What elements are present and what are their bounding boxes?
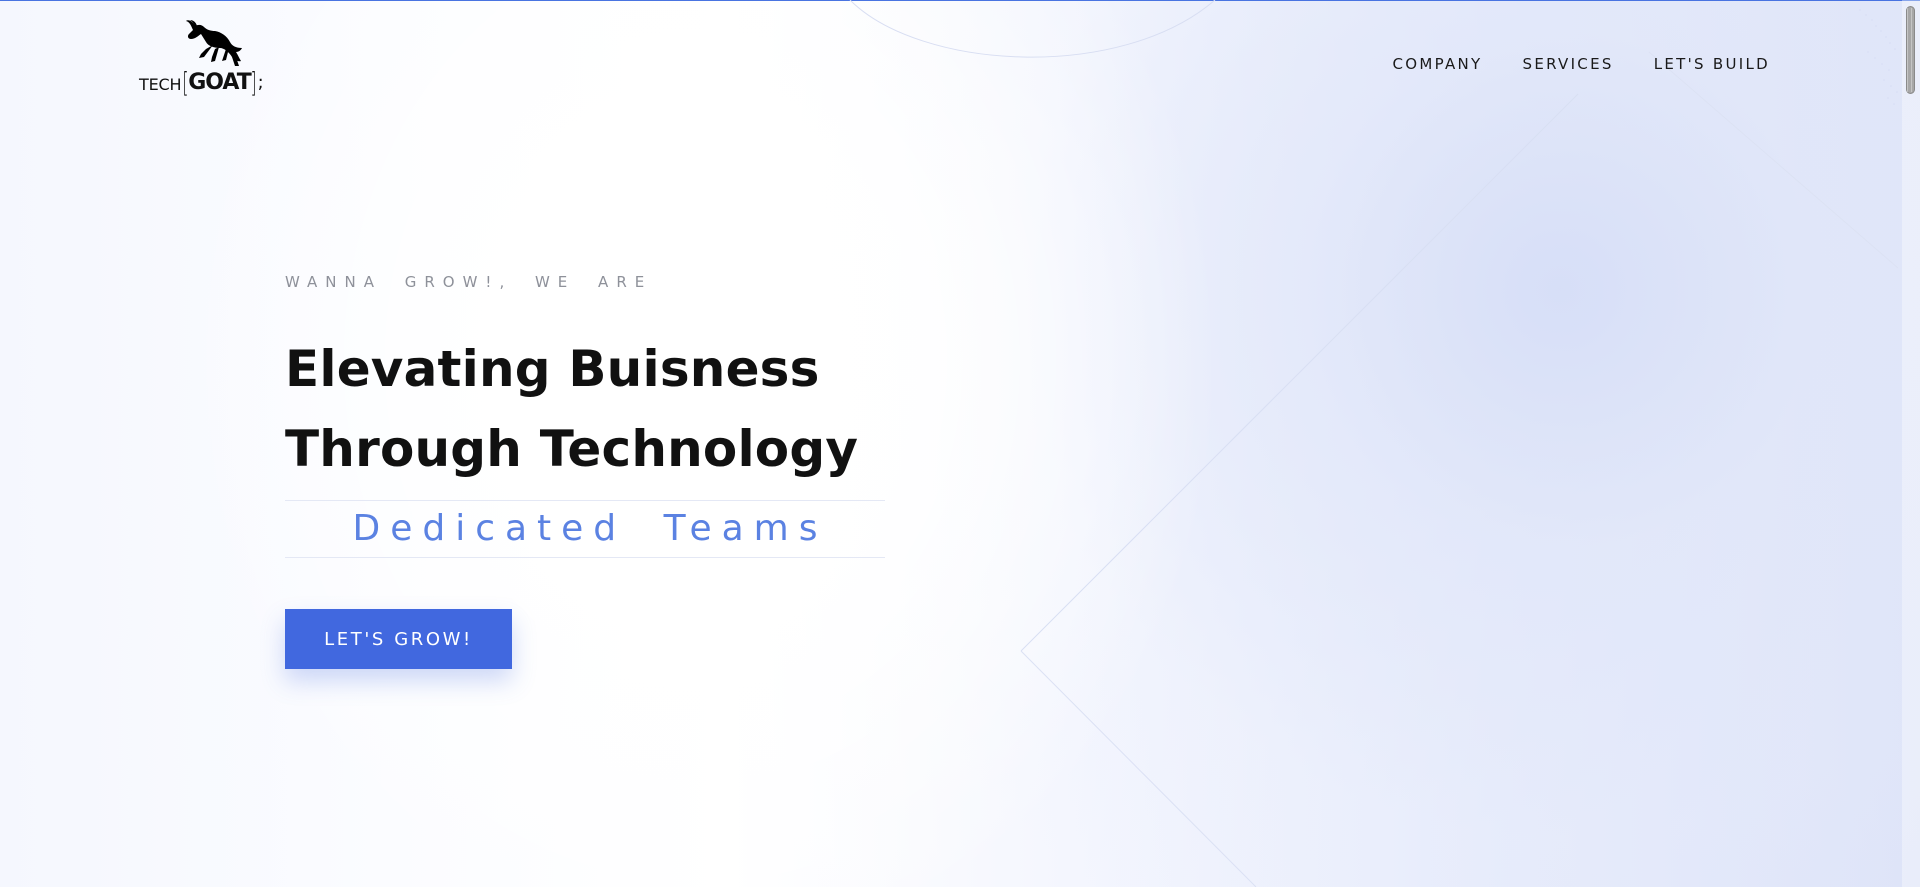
lets-grow-button[interactable]: LET'S GROW! <box>285 609 512 669</box>
hero-title-line-2: Through Technology <box>285 420 859 478</box>
page-scrollbar[interactable] <box>1902 0 1920 887</box>
logo-goat-text: GOAT <box>188 70 251 95</box>
nav-lets-build-link[interactable]: LET'S BUILD <box>1654 54 1770 74</box>
nav-services-link[interactable]: SERVICES <box>1523 54 1614 74</box>
logo-left-bracket: [ <box>182 66 189 99</box>
logo-tech-text: TECH <box>139 75 182 94</box>
rotating-text-panel: Dedicated Teams <box>285 500 885 558</box>
logo-semicolon: ; <box>257 72 264 93</box>
hero-title-line-1: Elevating Buisness <box>285 340 820 398</box>
landing-page: TECH [ GOAT ] ; COMPANY SERVICES LET'S B… <box>0 0 1920 887</box>
hero-eyebrow: WANNA GROW!, WE ARE <box>285 273 653 291</box>
nav-company-link[interactable]: COMPANY <box>1392 54 1482 74</box>
rotating-text: Dedicated Teams <box>352 508 828 549</box>
hero-section: WANNA GROW!, WE ARE Elevating Buisness T… <box>285 273 905 669</box>
logo-wordmark: TECH [ GOAT ] ; <box>139 66 264 99</box>
brand-logo[interactable]: TECH [ GOAT ] ; <box>139 18 279 99</box>
goat-icon <box>186 20 242 66</box>
scrollbar-thumb[interactable] <box>1906 6 1915 94</box>
hero-title: Elevating Buisness Through Technology <box>285 329 905 489</box>
logo-right-bracket: ] <box>250 66 257 99</box>
main-navigation: COMPANY SERVICES LET'S BUILD <box>1392 54 1770 74</box>
